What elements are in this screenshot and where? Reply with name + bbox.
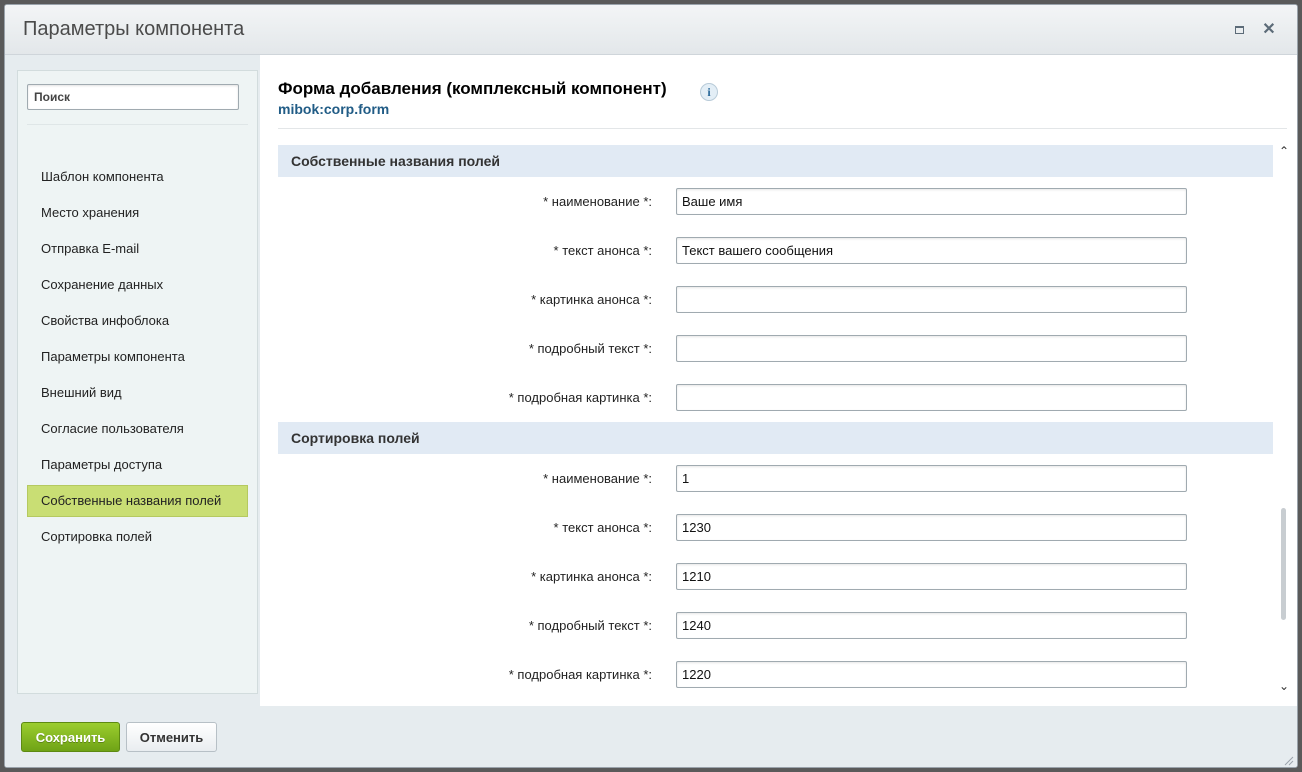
field-label: * наименование *: xyxy=(543,471,652,486)
sidebar-item[interactable]: Параметры доступа xyxy=(27,449,248,481)
dialog-footer: Сохранить Отменить xyxy=(5,706,1297,767)
scroll-down-icon[interactable]: ⌄ xyxy=(1277,679,1291,693)
component-code: mibok:corp.form xyxy=(278,101,390,117)
close-icon[interactable]: ✕ xyxy=(1261,22,1277,38)
field-input[interactable] xyxy=(676,237,1187,264)
sidebar-item[interactable]: Сохранение данных xyxy=(27,269,248,301)
field-input[interactable] xyxy=(676,514,1187,541)
field-input[interactable] xyxy=(676,188,1187,215)
scrollbar-thumb[interactable] xyxy=(1281,508,1286,620)
field-label: * подробный текст *: xyxy=(528,341,652,356)
dialog-titlebar[interactable]: Параметры компонента ✕ xyxy=(5,5,1297,55)
dialog-title: Параметры компонента xyxy=(23,18,245,40)
section-header: Сортировка полей xyxy=(278,422,1273,454)
sidebar: Шаблон компонента Место хранения Отправка … xyxy=(17,70,258,694)
field-label: * картинка анонса *: xyxy=(531,569,652,584)
field-input[interactable] xyxy=(676,384,1187,411)
field-label: * подробная картинка *: xyxy=(508,667,652,682)
field-label: * наименование *: xyxy=(543,194,652,209)
sidebar-item[interactable]: Шаблон компонента xyxy=(27,161,248,193)
sidebar-item[interactable]: Собственные названия полей xyxy=(27,485,248,517)
sidebar-item[interactable]: Согласие пользователя xyxy=(27,413,248,445)
field-label: * картинка анонса *: xyxy=(531,292,652,307)
field-input[interactable] xyxy=(676,563,1187,590)
field-label: * подробная картинка *: xyxy=(508,390,652,405)
page-title: Форма добавления (комплексный компонент) xyxy=(278,79,667,98)
header-divider xyxy=(278,128,1287,129)
maximize-icon[interactable] xyxy=(1231,22,1247,38)
sidebar-item[interactable]: Параметры компонента xyxy=(27,341,248,373)
main-panel: Форма добавления (комплексный компонент)… xyxy=(260,55,1297,706)
sidebar-item[interactable]: Отправка E-mail xyxy=(27,233,248,265)
component-parameters-dialog: Параметры компонента ✕ Шаблон компонента… xyxy=(4,4,1298,768)
field-input[interactable] xyxy=(676,612,1187,639)
field-input[interactable] xyxy=(676,465,1187,492)
search-input[interactable] xyxy=(27,84,239,110)
resize-grip-icon[interactable] xyxy=(1282,754,1294,766)
field-label: * подробный текст *: xyxy=(528,618,652,633)
field-label: * текст анонса *: xyxy=(553,520,652,535)
field-input[interactable] xyxy=(676,661,1187,688)
info-icon[interactable]: i xyxy=(700,83,718,101)
dialog-content: Шаблон компонента Место хранения Отправка … xyxy=(5,55,1297,706)
section-header: Собственные названия полей xyxy=(278,145,1273,177)
field-input[interactable] xyxy=(676,335,1187,362)
sidebar-item[interactable]: Свойства инфоблока xyxy=(27,305,248,337)
sidebar-divider xyxy=(27,124,248,125)
sidebar-item[interactable]: Внешний вид xyxy=(27,377,248,409)
cancel-button[interactable]: Отменить xyxy=(126,722,217,752)
sidebar-item[interactable]: Место хранения xyxy=(27,197,248,229)
field-label: * текст анонса *: xyxy=(553,243,652,258)
scroll-up-icon[interactable]: ⌃ xyxy=(1277,144,1291,158)
parameters-scroll-area[interactable]: Собственные названия полей * наименование… xyxy=(278,145,1273,706)
save-button[interactable]: Сохранить xyxy=(21,722,120,752)
sidebar-item[interactable]: Сортировка полей xyxy=(27,521,248,553)
field-input[interactable] xyxy=(676,286,1187,313)
